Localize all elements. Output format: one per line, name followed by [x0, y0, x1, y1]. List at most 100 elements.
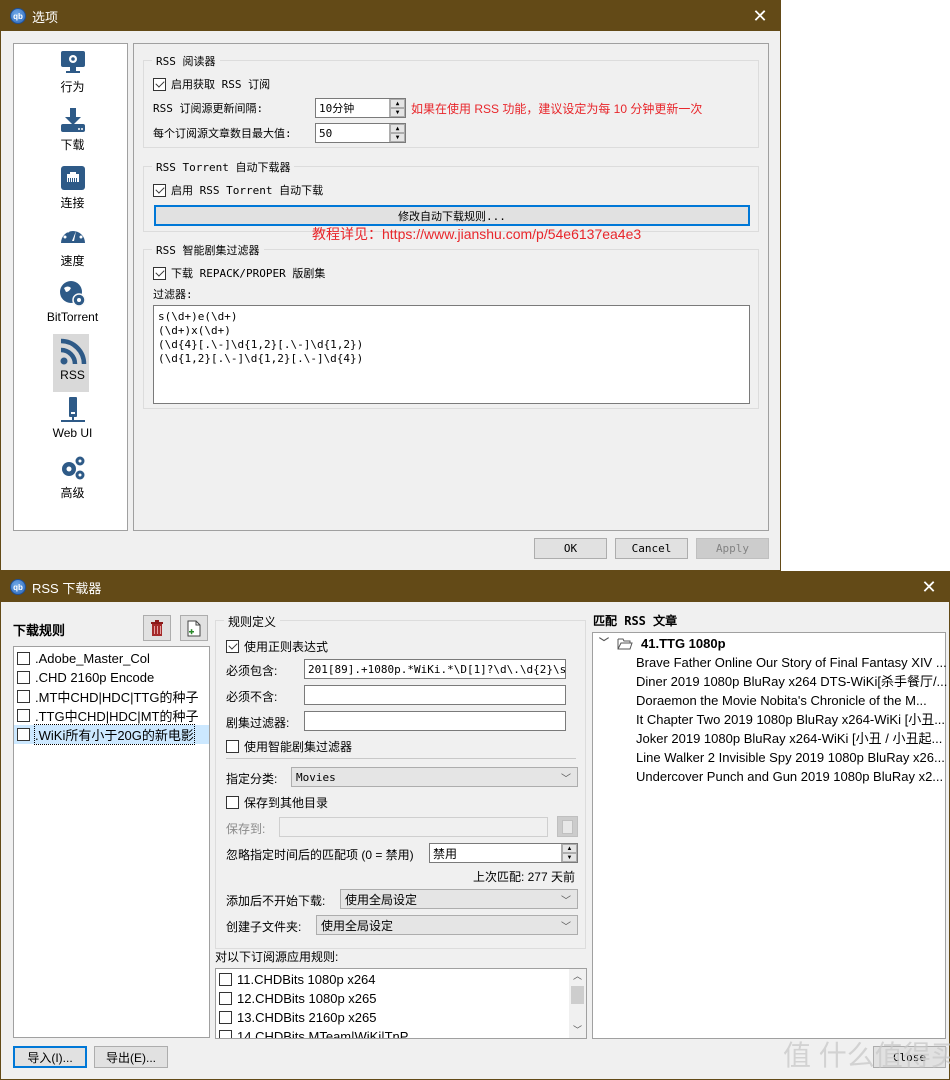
scroll-down-icon[interactable]: ﹀ — [569, 1023, 586, 1036]
save-other-dir-checkbox[interactable]: 保存到其他目录 — [226, 794, 328, 811]
category-label: 指定分类: — [226, 772, 278, 786]
options-window: qb 选项 ✕ 行为 下载 连接 速度 BitTorrent RSS Web U… — [0, 0, 781, 571]
subfolder-select[interactable]: 使用全局设定 ﹀ — [316, 915, 578, 935]
edit-download-rules-button[interactable]: 修改自动下载规则... — [154, 205, 750, 226]
spinbox-value: 禁用 — [433, 846, 458, 861]
matching-articles-tree[interactable]: ﹀ 41.TTG 1080p Brave Father Online Our S… — [592, 632, 947, 1039]
save-to-label: 保存到: — [226, 822, 266, 836]
checkbox[interactable] — [219, 992, 232, 1005]
spin-down-icon[interactable]: ▼ — [390, 108, 405, 117]
spin-down-icon[interactable]: ▼ — [390, 133, 405, 142]
category-select[interactable]: Movies ﹀ — [291, 767, 578, 787]
checkbox[interactable] — [219, 1030, 232, 1038]
close-icon[interactable]: ✕ — [909, 572, 949, 602]
article-item[interactable]: Line Walker 2 Invisible Spy 2019 1080p B… — [636, 748, 945, 767]
group-title: 规则定义 — [224, 613, 281, 630]
network-port-icon — [59, 164, 87, 192]
spin-up-icon[interactable]: ▲ — [390, 124, 405, 133]
checkbox[interactable] — [219, 1011, 232, 1024]
max-articles-spinbox[interactable]: 50 ▲ ▼ — [315, 123, 406, 143]
spin-arrows[interactable]: ▲ ▼ — [389, 99, 405, 117]
use-regex-checkbox[interactable]: 使用正则表达式 — [226, 638, 328, 655]
feed-item[interactable]: 14.CHDBits MTeam|WiKi|TnP — [216, 1027, 586, 1038]
enable-auto-download-checkbox[interactable]: 启用 RSS Torrent 自动下载 — [153, 182, 323, 198]
spin-arrows[interactable]: ▲ ▼ — [389, 124, 405, 142]
rule-label: .MT中CHD|HDC|TTG的种子 — [35, 690, 199, 705]
no-start-select[interactable]: 使用全局设定 ﹀ — [340, 889, 578, 909]
spin-up-icon[interactable]: ▲ — [562, 844, 577, 853]
feeds-list[interactable]: 11.CHDBits 1080p x264 12.CHDBits 1080p x… — [215, 968, 587, 1039]
feed-node[interactable]: ﹀ 41.TTG 1080p — [593, 634, 945, 653]
ignore-after-spinbox[interactable]: 禁用 ▲ ▼ — [429, 843, 578, 863]
spin-arrows[interactable]: ▲ ▼ — [561, 844, 577, 862]
sidebar-item-behavior[interactable]: 行为 — [14, 48, 131, 95]
checkbox[interactable] — [17, 671, 30, 684]
chevron-down-icon[interactable]: ﹀ — [599, 634, 615, 653]
checkbox[interactable] — [226, 796, 239, 809]
sidebar-item-bittorrent[interactable]: BitTorrent — [14, 280, 131, 324]
checkbox[interactable] — [17, 728, 30, 741]
folder-open-icon — [617, 638, 633, 649]
episode-filter-input[interactable] — [304, 711, 566, 731]
checkbox[interactable] — [17, 690, 30, 703]
gears-icon — [59, 454, 87, 482]
browse-folder-button[interactable] — [557, 816, 578, 837]
rule-item[interactable]: .Adobe_Master_Col — [14, 649, 209, 668]
article-item[interactable]: It Chapter Two 2019 1080p BluRay x264-Wi… — [636, 710, 945, 729]
download-repack-checkbox[interactable]: 下载 REPACK/PROPER 版剧集 — [153, 265, 325, 281]
import-button[interactable]: 导入(I)... — [13, 1046, 87, 1068]
article-item[interactable]: Joker 2019 1080p BluRay x264-WiKi [小丑 / … — [636, 729, 945, 748]
feed-item[interactable]: 12.CHDBits 1080p x265 — [216, 989, 586, 1008]
sidebar-item-advanced[interactable]: 高级 — [14, 454, 131, 501]
feed-label: 12.CHDBits 1080p x265 — [237, 991, 377, 1006]
scroll-thumb[interactable] — [571, 986, 584, 1004]
rule-item[interactable]: .MT中CHD|HDC|TTG的种子 — [14, 687, 209, 706]
checkbox[interactable] — [153, 183, 166, 197]
checkbox[interactable] — [219, 973, 232, 986]
group-title: RSS 智能剧集过滤器 — [152, 242, 264, 258]
feed-item[interactable]: 11.CHDBits 1080p x264 — [216, 970, 586, 989]
article-item[interactable]: Doraemon the Movie Nobita's Chronicle of… — [636, 691, 945, 710]
rule-item-selected[interactable]: .WiKi所有小于20G的新电影 — [14, 724, 209, 745]
article-item[interactable]: Brave Father Online Our Story of Final F… — [636, 653, 947, 672]
save-to-input[interactable] — [279, 817, 548, 837]
close-button[interactable]: Close — [873, 1046, 946, 1068]
chevron-down-icon: ﹀ — [561, 896, 571, 907]
checkbox[interactable] — [153, 77, 166, 91]
checkbox[interactable] — [17, 652, 30, 665]
scroll-up-icon[interactable]: ︿ — [569, 969, 586, 984]
checkbox[interactable] — [153, 266, 166, 280]
sidebar-item-downloads[interactable]: 下载 — [14, 106, 131, 153]
sidebar-item-connection[interactable]: 连接 — [14, 164, 131, 211]
sidebar-item-rss[interactable]: RSS — [14, 334, 131, 392]
apply-button[interactable]: Apply — [696, 538, 769, 559]
rules-list[interactable]: .Adobe_Master_Col .CHD 2160p Encode .MT中… — [13, 646, 210, 1038]
filters-textarea[interactable]: s(\d+)e(\d+) (\d+)x(\d+) (\d{4}[.\-]\d{1… — [153, 305, 750, 404]
cancel-button[interactable]: Cancel — [615, 538, 688, 559]
max-articles-label: 每个订阅源文章数目最大值: — [153, 127, 292, 140]
sidebar-item-speed[interactable]: 速度 — [14, 222, 131, 269]
must-contain-input[interactable]: 201[89].+1080p.*WiKi.*\D[1]?\d\.\d{2}\sG… — [304, 659, 566, 679]
add-rule-button[interactable] — [180, 615, 208, 641]
checkbox[interactable] — [226, 640, 239, 653]
article-item[interactable]: Undercover Punch and Gun 2019 1080p BluR… — [636, 767, 945, 786]
ok-button[interactable]: OK — [534, 538, 607, 559]
close-icon[interactable]: ✕ — [740, 1, 780, 31]
feeds-scrollbar[interactable]: ︿ ﹀ — [569, 969, 586, 1038]
sidebar-item-webui[interactable]: Web UI — [14, 396, 131, 440]
export-button[interactable]: 导出(E)... — [94, 1046, 168, 1068]
rule-item[interactable]: .TTG中CHD|HDC|MT的种子 — [14, 706, 209, 725]
must-not-contain-label: 必须不含: — [226, 690, 278, 704]
checkbox[interactable] — [226, 740, 239, 753]
interval-spinbox[interactable]: 10分钟 ▲ ▼ — [315, 98, 406, 118]
spin-down-icon[interactable]: ▼ — [562, 853, 577, 862]
enable-rss-checkbox[interactable]: 启用获取 RSS 订阅 — [153, 76, 270, 92]
article-item[interactable]: Diner 2019 1080p BluRay x264 DTS-WiKi[杀手… — [636, 672, 947, 691]
delete-rule-button[interactable] — [143, 615, 171, 641]
must-not-contain-input[interactable] — [304, 685, 566, 705]
smart-filter-checkbox[interactable]: 使用智能剧集过滤器 — [226, 738, 352, 755]
spin-up-icon[interactable]: ▲ — [390, 99, 405, 108]
rule-item[interactable]: .CHD 2160p Encode — [14, 668, 209, 687]
feed-item[interactable]: 13.CHDBits 2160p x265 — [216, 1008, 586, 1027]
checkbox[interactable] — [17, 709, 30, 722]
